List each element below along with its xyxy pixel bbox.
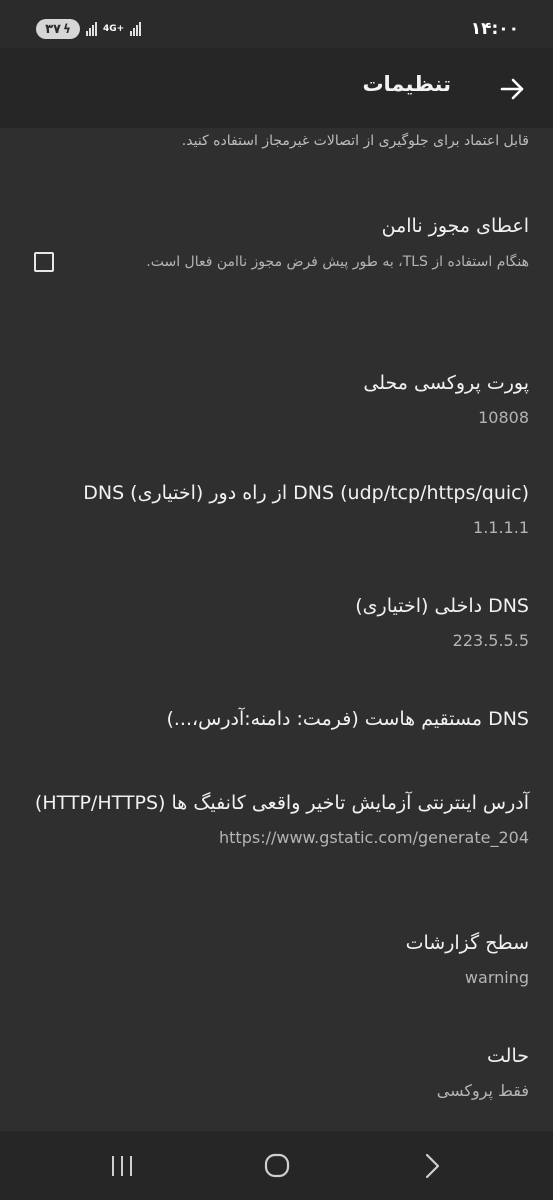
pref-title: DNS داخلی (اختیاری) (355, 595, 529, 617)
pref-remote-dns[interactable]: DNS (udp/tcp/https/quic) از راه دور (اخت… (24, 478, 529, 543)
status-indicators: ϟ ۳۷ 4G+ (36, 19, 142, 39)
pref-value: https://www.gstatic.com/generate_204 (219, 828, 529, 847)
pref-allow-insecure[interactable]: اعطای مجوز ناامن هنگام استفاده از TLS، ب… (99, 211, 529, 277)
pref-value: 10808 (478, 408, 529, 427)
pref-value: warning (464, 968, 529, 987)
charging-icon: ϟ (62, 22, 71, 36)
pref-summary: هنگام استفاده از TLS، به طور پیش فرض مجو… (146, 254, 529, 270)
recents-icon[interactable] (107, 1153, 137, 1179)
network-type: 4G+ (103, 24, 125, 34)
pref-dns-hosts[interactable]: DNS مستقیم هاست (فرمت: دامنه:آدرس،...) (24, 704, 529, 735)
pref-value: فقط پروکسی (436, 1081, 529, 1100)
pref-delay-test-url[interactable]: آدرس اینترنتی آزمایش تاخیر واقعی کانفیگ … (24, 788, 529, 853)
pref-title: سطح گزارشات (405, 932, 529, 954)
pref-value: 1.1.1.1 (473, 518, 529, 537)
pref-title: آدرس اینترنتی آزمایش تاخیر واقعی کانفیگ … (34, 792, 529, 814)
app-bar: تنظیمات (0, 48, 553, 128)
back-arrow-icon[interactable] (497, 74, 527, 104)
pref-domestic-dns[interactable]: DNS داخلی (اختیاری) 223.5.5.5 (24, 591, 529, 656)
battery-level: ۳۷ (45, 21, 61, 37)
pref-local-proxy-port[interactable]: پورت پروکسی محلی 10808 (24, 368, 529, 433)
battery-indicator: ϟ ۳۷ (36, 19, 80, 39)
pref-mode[interactable]: حالت فقط پروکسی (24, 1041, 529, 1106)
status-bar: ϟ ۳۷ 4G+ ۱۴:۰۰ (0, 0, 553, 48)
pref-log-level[interactable]: سطح گزارشات warning (24, 928, 529, 993)
status-time: ۱۴:۰۰ (470, 19, 519, 39)
signal-icon (86, 22, 97, 36)
pref-title: DNS مستقیم هاست (فرمت: دامنه:آدرس،...) (166, 708, 529, 730)
previous-pref-summary: قابل اعتماد برای جلوگیری از اتصالات غیرم… (181, 133, 529, 149)
page-title: تنظیمات (362, 72, 451, 96)
settings-list[interactable]: قابل اعتماد برای جلوگیری از اتصالات غیرم… (0, 128, 553, 1131)
signal-icon-secondary (130, 22, 142, 36)
pref-title: اعطای مجوز ناامن (381, 215, 529, 237)
pref-value: 223.5.5.5 (452, 631, 529, 650)
pref-title: حالت (487, 1045, 529, 1067)
system-nav-bar (0, 1131, 553, 1200)
pref-title: پورت پروکسی محلی (363, 372, 529, 394)
pref-title: DNS (udp/tcp/https/quic) از راه دور (اخت… (83, 482, 529, 504)
nav-back-icon[interactable] (418, 1153, 448, 1179)
allow-insecure-checkbox[interactable] (34, 252, 54, 272)
home-icon[interactable] (262, 1153, 292, 1179)
